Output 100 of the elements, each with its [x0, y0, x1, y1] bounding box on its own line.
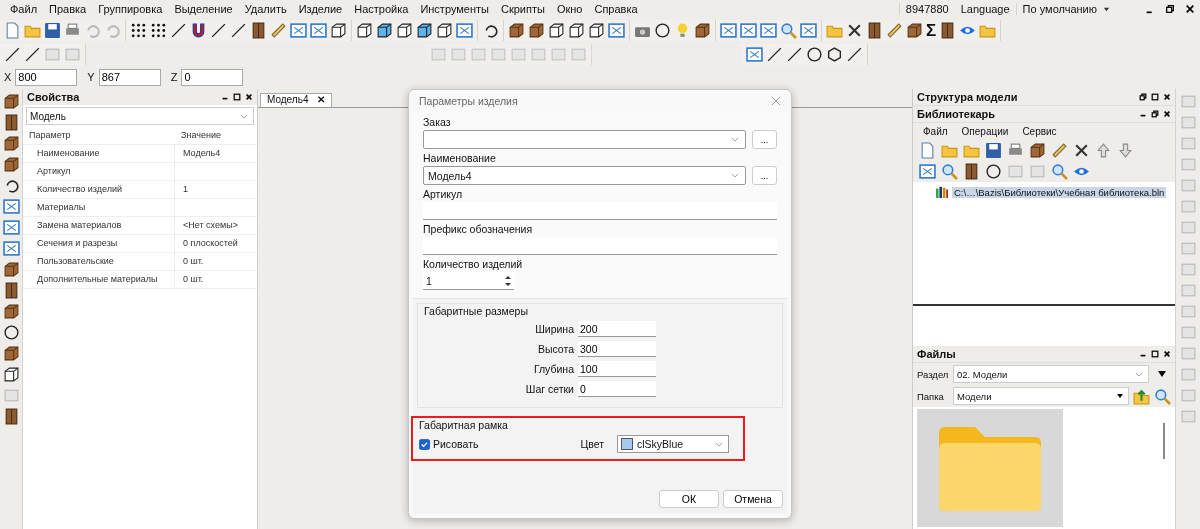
window-icon[interactable]	[760, 22, 777, 39]
document-icon[interactable]	[919, 142, 936, 159]
profile-menu[interactable]: По умолчанию	[1015, 3, 1103, 15]
line-icon[interactable]	[4, 45, 21, 63]
line-icon[interactable]	[846, 45, 863, 63]
cube-icon[interactable]	[588, 22, 605, 39]
menu-item[interactable]: Удалить	[238, 3, 293, 15]
folder-dropdown[interactable]: Модели	[953, 387, 1129, 405]
menu-item[interactable]: Окно	[550, 3, 589, 15]
magnifier-icon[interactable]	[1051, 163, 1068, 180]
line-icon[interactable]	[24, 45, 41, 63]
object-dropdown[interactable]: Модель	[26, 107, 254, 125]
window-icon[interactable]	[608, 22, 625, 39]
ruler-icon[interactable]	[270, 22, 287, 39]
menu-item[interactable]: Инструменты	[414, 3, 495, 15]
document-tab[interactable]: Модель4 ✕	[260, 93, 333, 107]
close-icon[interactable]	[245, 93, 253, 101]
close-icon[interactable]	[1185, 4, 1195, 14]
input-field[interactable]: 100	[578, 361, 656, 377]
line-icon[interactable]	[230, 22, 247, 39]
box-icon[interactable]	[2, 345, 20, 362]
filter-icon[interactable]	[1157, 369, 1167, 379]
close-icon[interactable]	[1163, 350, 1171, 358]
menu-item[interactable]: Изделие	[292, 3, 349, 15]
maximize-icon[interactable]	[233, 93, 241, 101]
coordinate-field[interactable]: 867	[98, 68, 161, 86]
maximize-icon[interactable]	[1151, 93, 1159, 101]
box-icon[interactable]	[508, 22, 525, 39]
save-icon[interactable]	[985, 142, 1002, 159]
menu-item[interactable]: Выделение	[168, 3, 239, 15]
magnet-icon[interactable]	[190, 22, 207, 39]
sum-button[interactable]: Σ	[926, 22, 937, 39]
folder-up-icon[interactable]	[1133, 387, 1150, 405]
line-icon[interactable]	[210, 22, 227, 39]
box-icon[interactable]	[2, 303, 20, 320]
input-field[interactable]: 300	[578, 341, 656, 357]
cube-icon[interactable]	[416, 22, 433, 39]
close-icon[interactable]	[1163, 93, 1171, 101]
window-icon[interactable]	[456, 22, 473, 39]
input-field[interactable]: 0	[578, 381, 656, 397]
menu-item[interactable]: Скрипты	[495, 3, 551, 15]
coordinate-field[interactable]: 0	[181, 68, 244, 86]
ok-button[interactable]: ОК	[659, 490, 719, 508]
window-icon[interactable]	[2, 219, 20, 236]
window-icon[interactable]	[2, 240, 20, 257]
box-icon[interactable]	[2, 261, 20, 278]
cabinet-icon[interactable]	[250, 22, 267, 39]
hexagon-icon[interactable]	[826, 45, 843, 63]
color-dropdown[interactable]: clSkyBlue	[617, 435, 729, 453]
window-icon[interactable]	[2, 198, 20, 215]
box-icon[interactable]	[2, 93, 20, 110]
input-field[interactable]: 200	[578, 321, 656, 337]
line-icon[interactable]	[766, 45, 783, 63]
save-icon[interactable]	[44, 22, 61, 39]
window-icon[interactable]	[720, 22, 737, 39]
close-icon[interactable]	[1163, 110, 1171, 118]
circle-icon[interactable]	[806, 45, 823, 63]
window-icon[interactable]	[919, 163, 936, 180]
menu-item[interactable]: Сервис	[1022, 126, 1057, 137]
caret-icon[interactable]	[1103, 5, 1110, 13]
window-icon[interactable]	[290, 22, 307, 39]
restore-icon[interactable]	[1151, 110, 1159, 118]
cube-icon[interactable]	[436, 22, 453, 39]
spin-field[interactable]: 1	[423, 272, 514, 290]
dots-icon[interactable]	[150, 22, 167, 39]
box-icon[interactable]	[528, 22, 545, 39]
cube-icon[interactable]	[396, 22, 413, 39]
coordinate-field[interactable]: 800	[15, 68, 78, 86]
circle-icon[interactable]	[654, 22, 671, 39]
menu-item[interactable]: Операции	[961, 126, 1009, 137]
restore-icon[interactable]	[1165, 4, 1175, 14]
cube-icon[interactable]	[2, 366, 20, 383]
arrow-down-icon[interactable]	[1117, 142, 1134, 159]
circle-icon[interactable]	[2, 324, 20, 341]
box-icon[interactable]	[2, 135, 20, 152]
dots-icon[interactable]	[130, 22, 147, 39]
dropdown-field[interactable]	[423, 130, 746, 149]
box-icon[interactable]	[2, 156, 20, 173]
menu-item[interactable]: Справка	[588, 3, 644, 15]
document-icon[interactable]	[4, 22, 21, 39]
cube-icon[interactable]	[548, 22, 565, 39]
box-icon[interactable]	[1029, 142, 1046, 159]
box-icon[interactable]	[906, 22, 923, 39]
menu-item[interactable]: Настройка	[348, 3, 415, 15]
cross-icon[interactable]	[1073, 142, 1090, 159]
menu-item[interactable]: Файл	[4, 3, 44, 15]
cube-icon[interactable]	[568, 22, 585, 39]
language-menu[interactable]: Language	[954, 3, 1016, 15]
tree-item[interactable]: C:\…\Bazis\Библиотеки\Учебная библиотека.bln	[952, 186, 1167, 198]
cube-icon[interactable]	[330, 22, 347, 39]
window-icon[interactable]	[310, 22, 327, 39]
browse-button[interactable]: ...	[752, 130, 777, 149]
browse-button[interactable]: ...	[752, 166, 777, 185]
input-field[interactable]	[423, 202, 777, 220]
circle-icon[interactable]	[985, 163, 1002, 180]
maximize-icon[interactable]	[1151, 350, 1159, 358]
window-icon[interactable]	[746, 45, 763, 63]
line-icon[interactable]	[170, 22, 187, 39]
arrow-up-icon[interactable]	[1095, 142, 1112, 159]
spin-arrows-icon[interactable]	[504, 273, 512, 288]
